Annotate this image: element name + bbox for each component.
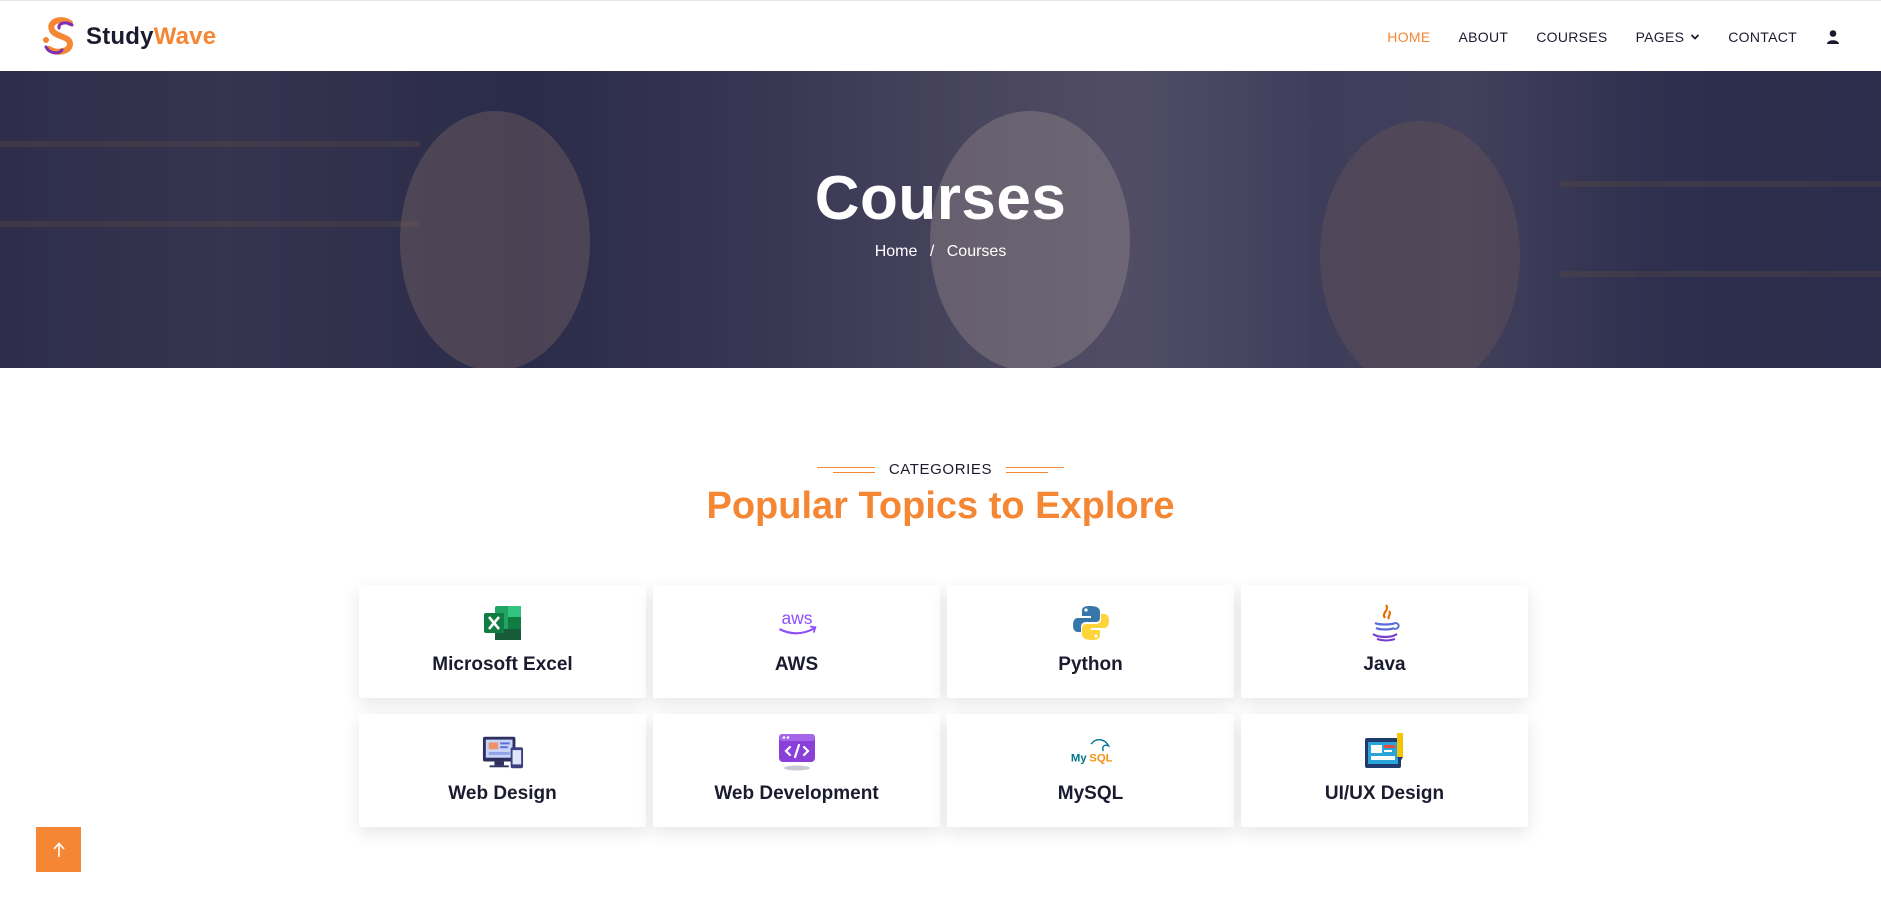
breadcrumb-home[interactable]: Home — [875, 243, 918, 260]
nav-pages-label: PAGES — [1635, 28, 1685, 45]
brand-name-part1: Study — [86, 23, 154, 50]
svg-text:My: My — [1070, 753, 1086, 765]
topic-label: UI/UX Design — [1324, 783, 1445, 804]
topic-card-excel[interactable]: Microsoft Excel — [359, 585, 646, 698]
breadcrumb-current: Courses — [946, 243, 1007, 260]
topic-label: Microsoft Excel — [432, 654, 573, 675]
scroll-to-top-button[interactable] — [36, 827, 81, 872]
topic-label: AWS — [774, 654, 819, 675]
topic-label: Web Design — [448, 783, 557, 804]
topic-label: MySQL — [1057, 783, 1124, 804]
nav-about[interactable]: ABOUT — [1458, 29, 1508, 45]
ui-ux-design-icon — [1364, 732, 1406, 772]
aws-icon: aws — [776, 603, 818, 643]
topic-label: Python — [1058, 654, 1123, 675]
nav-home[interactable]: HOME — [1387, 29, 1430, 45]
topic-card-mysql[interactable]: My SQL MySQL — [947, 714, 1234, 827]
excel-icon — [482, 603, 524, 643]
mysql-icon: My SQL — [1070, 732, 1112, 772]
nav-pages-dropdown[interactable]: PAGES — [1636, 29, 1701, 45]
topic-card-web-design[interactable]: Web Design — [359, 714, 646, 827]
svg-text:aws: aws — [781, 608, 812, 628]
arrow-up-icon — [52, 841, 65, 857]
brand-logo[interactable]: StudyWave — [40, 17, 216, 57]
brand-name-part2: Wave — [153, 23, 217, 50]
topic-card-web-development[interactable]: Web Development — [653, 714, 940, 827]
topic-card-aws[interactable]: aws AWS — [653, 585, 940, 698]
web-development-icon — [776, 732, 818, 772]
topic-card-ui-ux-design[interactable]: UI/UX Design — [1241, 714, 1528, 827]
navbar: StudyWave HOME ABOUT COURSES PAGES CONTA… — [0, 0, 1881, 71]
nav-contact[interactable]: CONTACT — [1728, 29, 1797, 45]
page-title: Courses — [814, 164, 1067, 233]
user-icon[interactable] — [1825, 29, 1841, 45]
svg-text:SQL: SQL — [1089, 753, 1112, 765]
web-design-icon — [482, 732, 524, 772]
python-icon — [1070, 603, 1112, 643]
nav-courses[interactable]: COURSES — [1536, 29, 1607, 45]
topic-card-java[interactable]: Java — [1241, 585, 1528, 698]
topic-card-python[interactable]: Python — [947, 585, 1234, 698]
main-nav: HOME ABOUT COURSES PAGES CONTACT — [1359, 1, 1841, 72]
breadcrumb-separator: / — [929, 243, 935, 260]
java-icon — [1364, 603, 1406, 643]
topic-grid: Microsoft Excel aws AWS Python Java Web … — [359, 585, 1529, 827]
topic-label: Web Development — [714, 783, 879, 804]
section-eyebrow-text: CATEGORIES — [888, 461, 993, 478]
brand-name: StudyWave — [86, 23, 216, 51]
topic-label: Java — [1363, 654, 1406, 675]
section-title: Popular Topics to Explore — [706, 485, 1175, 527]
decorative-lines-right — [1006, 464, 1065, 476]
decorative-lines-left — [816, 464, 875, 476]
chevron-down-icon — [1691, 33, 1700, 40]
page-hero: Courses Home / Courses — [0, 71, 1881, 368]
section-eyebrow: CATEGORIES — [0, 461, 1881, 478]
studywave-logo-icon — [43, 17, 74, 55]
breadcrumb: Home / Courses — [0, 243, 1881, 261]
